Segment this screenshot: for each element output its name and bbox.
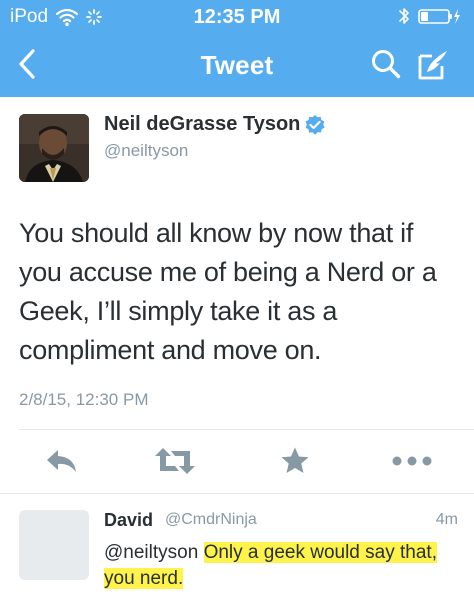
compose-button[interactable] — [412, 44, 454, 86]
avatar[interactable] — [19, 114, 89, 182]
reply-author-handle[interactable]: @CmdrNinja — [165, 511, 257, 529]
reply-icon — [47, 450, 76, 472]
compose-icon — [418, 51, 447, 80]
more-button[interactable] — [390, 445, 434, 477]
verified-badge-icon — [305, 115, 325, 135]
bluetooth-icon — [399, 8, 409, 24]
more-icon — [392, 456, 432, 466]
tweet-text: You should all know by now that if you a… — [19, 218, 437, 365]
reply-button[interactable] — [42, 445, 82, 477]
search-icon — [372, 50, 401, 79]
reply-tweet[interactable]: David @CmdrNinja 4m @neiltyson Only a ge… — [0, 494, 474, 607]
tweet-actions — [0, 430, 474, 492]
nav-bar: Tweet — [0, 34, 474, 97]
retweet-icon — [155, 448, 195, 474]
author-photo — [19, 114, 89, 182]
status-bar: iPod 12:35 PM — [0, 0, 474, 34]
author-handle[interactable]: @neiltyson — [104, 141, 188, 161]
author-name[interactable]: Neil deGrasse Tyson — [104, 113, 300, 136]
reply-mention[interactable]: @neiltyson — [104, 542, 198, 563]
search-button[interactable] — [366, 44, 406, 84]
reply-text: @neiltyson Only a geek would say that, y… — [104, 540, 454, 592]
retweet-button[interactable] — [153, 445, 197, 477]
reply-time: 4m — [435, 511, 458, 528]
app-header: iPod 12:35 PM Tweet — [0, 0, 474, 97]
star-icon — [281, 447, 309, 473]
reply-avatar[interactable] — [19, 510, 89, 580]
reply-author-name[interactable]: David — [104, 510, 153, 531]
tweet-timestamp: 2/8/15, 12:30 PM — [19, 390, 149, 409]
battery-icon — [418, 9, 460, 24]
favorite-button[interactable] — [275, 445, 315, 477]
status-right — [398, 6, 462, 26]
tweet-detail: Neil deGrasse Tyson @neiltyson You shoul… — [0, 97, 474, 493]
